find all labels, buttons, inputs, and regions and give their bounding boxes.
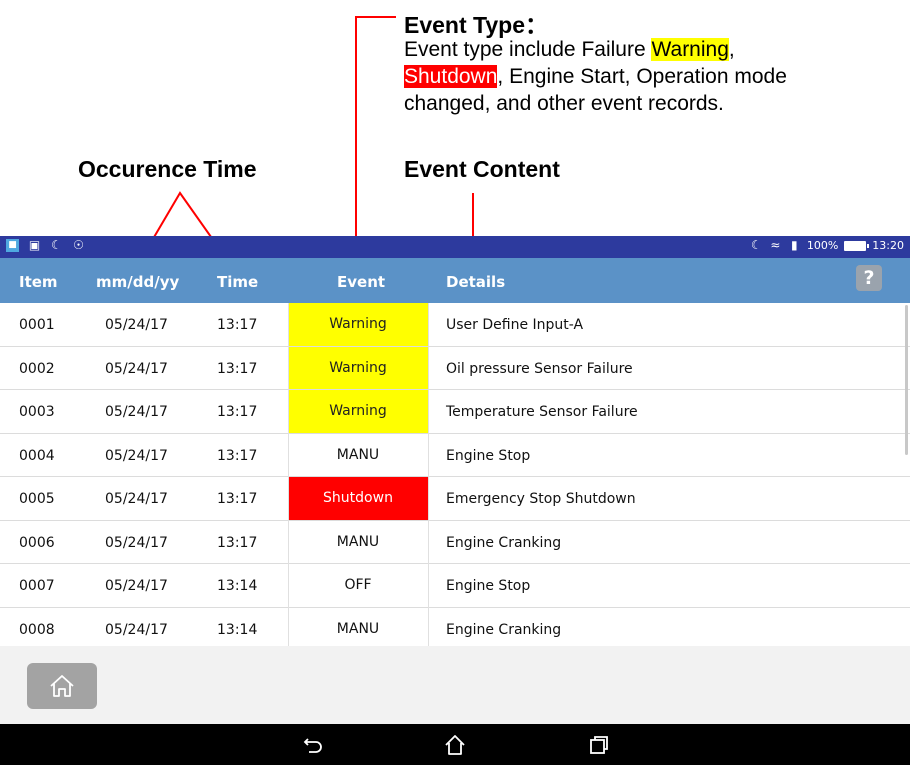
row-item: 0002	[19, 360, 55, 377]
row-date: 05/24/17	[105, 621, 168, 638]
moon-icon: ☾	[51, 238, 62, 252]
row-date: 05/24/17	[105, 404, 168, 420]
row-date: 05/24/17	[105, 491, 168, 507]
status-bar: ■ ▣ ☾ ☉ ☾ ≈ ▮ 100% 13:20	[0, 236, 910, 258]
row-details: Oil pressure Sensor Failure	[446, 360, 633, 377]
wifi-icon: ≈	[770, 238, 781, 252]
recents-icon[interactable]	[587, 733, 611, 757]
row-time: 13:17	[217, 534, 258, 551]
row-details: User Define Input-A	[446, 317, 584, 333]
row-details: Temperature Sensor Failure	[446, 404, 638, 420]
row-item: 0006	[19, 534, 55, 551]
table-row[interactable]: 0005 05/24/17 13:17 Shutdown Emergency S…	[0, 477, 910, 521]
row-event: OFF	[344, 577, 372, 594]
battery-percent: 100%	[806, 239, 839, 252]
row-date: 05/24/17	[105, 360, 168, 377]
row-date: 05/24/17	[105, 534, 168, 551]
row-item: 0007	[19, 578, 55, 594]
row-date: 05/24/17	[105, 317, 168, 333]
event-log-table: 0001 05/24/17 13:17 Warning User Define …	[0, 303, 910, 651]
home-icon	[50, 675, 74, 697]
home-button[interactable]	[27, 663, 97, 709]
row-time: 13:17	[217, 404, 258, 420]
do-not-disturb-moon-icon: ☾	[750, 238, 762, 252]
table-row[interactable]: 0001 05/24/17 13:17 Warning User Define …	[0, 303, 910, 347]
column-divider	[288, 303, 289, 646]
row-item: 0005	[19, 491, 55, 507]
app-notification-icon: ■	[6, 239, 19, 252]
row-date: 05/24/17	[105, 447, 168, 464]
row-event: MANU	[336, 620, 380, 637]
table-row[interactable]: 0004 05/24/17 13:17 MANU Engine Stop	[0, 434, 910, 477]
bottom-toolbar	[0, 646, 910, 724]
row-event-warning: Warning	[288, 346, 428, 389]
table-row[interactable]: 0007 05/24/17 13:14 OFF Engine Stop	[0, 564, 910, 608]
row-event: MANU	[336, 446, 380, 463]
row-item: 0001	[19, 317, 55, 333]
nav-home-icon[interactable]	[443, 733, 467, 757]
table-row[interactable]: 0003 05/24/17 13:17 Warning Temperature …	[0, 390, 910, 434]
row-time: 13:14	[217, 578, 258, 594]
image-notification-icon: ▣	[28, 238, 41, 252]
row-details: Engine Stop	[446, 578, 531, 594]
row-details: Engine Stop	[446, 447, 531, 464]
event-type-pointer-line	[355, 16, 396, 262]
battery-icon	[844, 240, 870, 251]
table-scrollbar[interactable]	[905, 305, 908, 455]
row-item: 0004	[19, 447, 55, 464]
table-row[interactable]: 0008 05/24/17 13:14 MANU Engine Cranking	[0, 608, 910, 651]
row-time: 13:17	[217, 447, 258, 464]
table-header: Item mm/dd/yy Time Event Details ?	[0, 258, 910, 303]
header-event: Event	[337, 273, 386, 291]
help-button[interactable]: ?	[856, 265, 882, 291]
row-event: MANU	[336, 533, 380, 550]
header-item: Item	[19, 273, 58, 291]
row-item: 0008	[19, 621, 55, 638]
navigation-bar	[0, 724, 910, 765]
table-row[interactable]: 0002 05/24/17 13:17 Warning Oil pressure…	[0, 346, 910, 390]
row-event-shutdown: Shutdown	[288, 477, 428, 520]
header-date: mm/dd/yy	[96, 273, 180, 291]
back-icon[interactable]	[301, 733, 325, 757]
row-details: Emergency Stop Shutdown	[446, 491, 636, 507]
status-clock: 13:20	[872, 239, 904, 252]
row-event-warning: Warning	[288, 390, 428, 433]
row-item: 0003	[19, 404, 55, 420]
header-time: Time	[217, 273, 259, 291]
row-date: 05/24/17	[105, 578, 168, 594]
row-time: 13:17	[217, 317, 258, 333]
sim-icon: ▮	[791, 238, 798, 252]
row-details: Engine Cranking	[446, 621, 562, 638]
row-details: Engine Cranking	[446, 534, 562, 551]
usb-icon: ☉	[73, 238, 84, 252]
column-divider	[428, 303, 429, 646]
row-event-warning: Warning	[288, 303, 428, 346]
row-time: 13:14	[217, 621, 258, 638]
row-time: 13:17	[217, 360, 258, 377]
table-row[interactable]: 0006 05/24/17 13:17 MANU Engine Cranking	[0, 521, 910, 564]
row-time: 13:17	[217, 491, 258, 507]
header-details: Details	[446, 273, 506, 291]
